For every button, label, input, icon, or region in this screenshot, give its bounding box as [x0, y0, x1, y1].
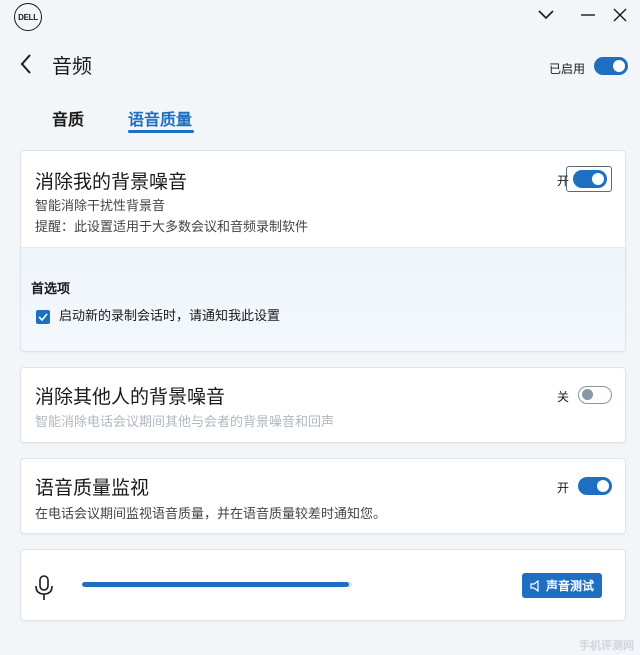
noise-mine-title: 消除我的背景噪音 [35, 171, 188, 193]
speaker-icon [530, 579, 539, 592]
noise-others-title: 消除其他人的背景噪音 [35, 386, 226, 408]
tab-voice-quality[interactable]: 语音质量 [128, 106, 192, 130]
noise-others-card: 消除其他人的背景噪音 关 智能消除电话会议期间其他与会者的背景噪音和回声 [20, 367, 626, 443]
chevron-down-icon [538, 10, 554, 20]
active-tab-indicator [128, 130, 194, 133]
noise-mine-card: 消除我的背景噪音 开 智能消除干扰性背景音 提醒：此设置适用于大多数会议和音频录… [20, 150, 626, 352]
mic-level-meter [82, 582, 352, 587]
enabled-label: 已启用 [549, 62, 586, 76]
sound-test-button[interactable]: 声音测试 [522, 573, 602, 598]
close-button[interactable] [608, 3, 632, 27]
chevron-left-icon [20, 54, 31, 74]
toggle-knob [613, 60, 625, 72]
preferences-panel: 首选项 启动新的录制会话时，请通知我此设置 [21, 247, 625, 351]
minimize-button[interactable] [576, 3, 600, 27]
noise-mine-desc: 智能消除干扰性背景音 [35, 199, 166, 214]
minimize-icon [581, 14, 595, 16]
back-button[interactable] [14, 52, 38, 76]
noise-mine-reminder: 提醒：此设置适用于大多数会议和音频录制软件 [35, 220, 309, 235]
tab-sound-quality[interactable]: 音质 [52, 106, 84, 130]
quality-monitor-card: 语音质量监视 开 在电话会议期间监视语音质量，并在语音质量较差时通知您。 [20, 458, 626, 534]
logo-text: DELL [18, 12, 38, 22]
noise-mine-toggle[interactable] [573, 170, 607, 188]
notify-setting-checkbox[interactable] [36, 310, 50, 324]
mic-level-fill [82, 582, 350, 587]
quality-monitor-toggle[interactable] [578, 477, 612, 495]
toggle-knob [592, 173, 604, 185]
dell-logo: DELL [14, 3, 42, 31]
close-icon [613, 8, 627, 22]
quality-monitor-state-label: 开 [557, 481, 570, 495]
toggle-knob [597, 480, 609, 492]
quality-monitor-title: 语音质量监视 [35, 477, 150, 499]
preferences-title: 首选项 [31, 282, 71, 297]
noise-others-toggle[interactable] [578, 386, 612, 404]
page-title: 音频 [52, 54, 92, 78]
audio-enabled-toggle[interactable] [594, 57, 628, 75]
sound-test-label: 声音测试 [545, 579, 594, 593]
noise-others-desc: 智能消除电话会议期间其他与会者的背景噪音和回声 [35, 415, 335, 430]
notify-setting-label: 启动新的录制会话时，请通知我此设置 [59, 309, 281, 324]
toggle-knob [581, 389, 593, 400]
noise-others-state-label: 关 [557, 390, 570, 404]
quality-monitor-desc: 在电话会议期间监视语音质量，并在语音质量较差时通知您。 [35, 507, 387, 522]
collapse-button[interactable] [534, 3, 558, 27]
microphone-icon [34, 575, 54, 601]
checkmark-icon [38, 313, 48, 321]
watermark: 手机评测网 [579, 639, 634, 652]
